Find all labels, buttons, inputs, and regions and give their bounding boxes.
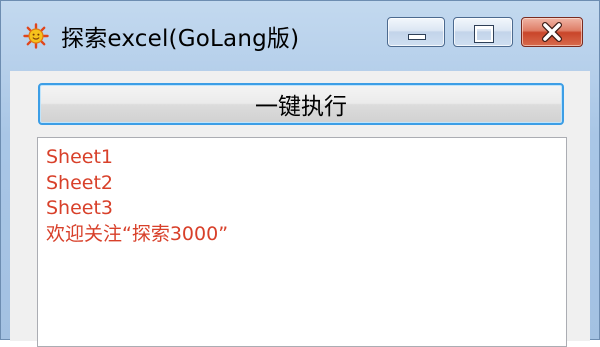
app-window: 探索excel(GoLang版) 一键执行 Sheet1 Sheet2 Shee… <box>0 0 600 347</box>
close-icon <box>542 22 562 42</box>
output-line: Sheet2 <box>46 171 114 194</box>
output-textbox[interactable]: Sheet1 Sheet2 Sheet3 欢迎关注“探索3000” <box>37 137 567 347</box>
window-title: 探索excel(GoLang版) <box>61 26 300 52</box>
close-button[interactable] <box>521 17 583 47</box>
output-line: Sheet1 <box>46 146 114 168</box>
output-line: 欢迎关注“探索3000” <box>46 222 229 245</box>
run-all-button[interactable]: 一键执行 <box>38 83 564 125</box>
sun-icon <box>23 23 49 49</box>
output-line: Sheet3 <box>46 197 114 219</box>
maximize-button[interactable] <box>453 17 513 47</box>
client-area: 一键执行 Sheet1 Sheet2 Sheet3 欢迎关注“探索3000” <box>10 71 590 347</box>
minimize-button[interactable] <box>387 17 445 47</box>
title-bar[interactable]: 探索excel(GoLang版) <box>1 1 599 71</box>
run-all-button-label: 一键执行 <box>255 94 347 120</box>
maximize-icon <box>474 25 494 43</box>
minimize-icon <box>408 34 426 40</box>
